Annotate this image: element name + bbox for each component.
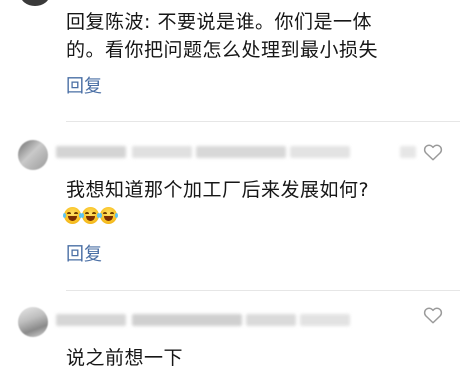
reply-text-line1: 回复陈波: 不要说是谁。你们是一体 — [66, 11, 372, 33]
grinning-with-tears-emoji — [81, 207, 100, 224]
divider — [66, 121, 460, 122]
comment-text: 说之前想一下 — [66, 347, 184, 369]
reply-button[interactable]: 回复 — [66, 240, 102, 266]
comment-text: 我想知道那个加工厂后来发展如何? — [66, 179, 370, 201]
reply-text-line2: 的。看你把问题怎么处理到最小损失 — [66, 39, 379, 61]
heart-icon[interactable] — [423, 143, 443, 161]
reply-button[interactable]: 回复 — [66, 72, 102, 98]
commenter-avatar[interactable] — [18, 307, 48, 337]
grinning-with-tears-emoji — [99, 207, 118, 224]
commenter-avatar[interactable] — [18, 140, 48, 170]
grinning-with-tears-emoji — [63, 207, 82, 224]
avatar[interactable] — [20, 0, 50, 6]
divider — [66, 290, 460, 291]
heart-icon[interactable] — [423, 306, 443, 324]
reply-text: 回复陈波: 不要说是谁。你们是一体 的。看你把问题怎么处理到最小损失 — [66, 8, 426, 64]
emoji-row — [63, 207, 118, 224]
